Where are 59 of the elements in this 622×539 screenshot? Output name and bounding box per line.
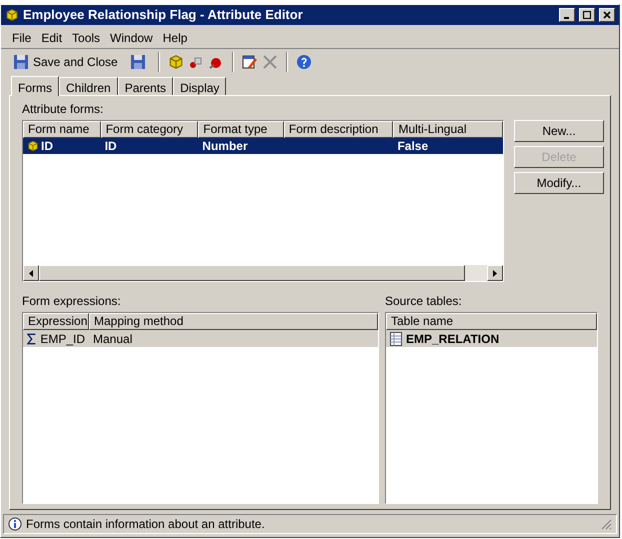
menu-item[interactable]: Window bbox=[107, 28, 156, 46]
table-cell-text: EMP_RELATION bbox=[406, 330, 500, 348]
section-label: Form expressions: bbox=[22, 293, 122, 310]
info-icon bbox=[8, 517, 22, 531]
resize-grip-icon[interactable] bbox=[600, 518, 612, 530]
tab[interactable]: Children bbox=[59, 77, 118, 95]
help-icon[interactable] bbox=[296, 54, 312, 70]
menu-item[interactable]: Edit bbox=[38, 28, 66, 46]
save-and-close-button[interactable]: Save and Close bbox=[9, 53, 122, 71]
table-cell-text: EMP_ID bbox=[40, 330, 85, 348]
column-header[interactable]: Format type bbox=[198, 121, 284, 138]
column-header[interactable]: Multi-Lingual bbox=[393, 121, 503, 138]
floppy-icon[interactable] bbox=[130, 54, 146, 70]
right-arrow-icon bbox=[493, 270, 497, 276]
list-box[interactable]: Expression Mapping method EMP_ID Manual bbox=[22, 312, 379, 504]
menu-item[interactable]: File bbox=[9, 28, 34, 46]
cube-icon bbox=[27, 140, 39, 152]
action-button[interactable]: New... bbox=[514, 120, 604, 142]
table-icon bbox=[390, 332, 402, 346]
scrollbar-thumb[interactable] bbox=[39, 265, 465, 281]
minimize-button[interactable] bbox=[559, 8, 575, 22]
section-label: Source tables: bbox=[385, 293, 463, 310]
status-text: Forms contain information about an attribute. bbox=[26, 516, 266, 533]
maximize-icon bbox=[583, 11, 591, 19]
sigma-icon bbox=[27, 332, 36, 344]
column-header[interactable]: Expression bbox=[23, 313, 89, 330]
action-button[interactable]: Modify... bbox=[514, 172, 604, 194]
tab[interactable]: Display bbox=[173, 77, 226, 95]
menu-item[interactable]: Tools bbox=[69, 28, 104, 46]
list-row[interactable]: ID ID Number False bbox=[23, 138, 503, 154]
column-header[interactable]: Form category bbox=[100, 121, 198, 138]
maximize-button[interactable] bbox=[579, 8, 595, 22]
tab[interactable]: Forms bbox=[11, 76, 59, 96]
list-box[interactable]: Table name EMP_RELATION bbox=[385, 312, 598, 504]
close-button[interactable] bbox=[599, 8, 615, 22]
cube-icon bbox=[168, 54, 184, 70]
menu-item[interactable]: Help bbox=[160, 28, 190, 46]
table-cell-text: Number bbox=[202, 138, 248, 155]
column-header[interactable]: Mapping method bbox=[89, 313, 378, 330]
table-cell-text: Manual bbox=[93, 330, 132, 348]
table-cell-text: False bbox=[397, 138, 428, 155]
close-icon bbox=[603, 11, 611, 19]
table-cell-text: ID bbox=[41, 138, 53, 155]
left-arrow-icon bbox=[29, 270, 33, 276]
list-row[interactable]: EMP_RELATION bbox=[386, 330, 597, 347]
section-label: Attribute forms: bbox=[22, 101, 104, 118]
cube-icon bbox=[5, 8, 19, 22]
scroll-left-button[interactable] bbox=[23, 265, 39, 281]
column-header[interactable]: Form name bbox=[23, 121, 101, 138]
attribute-forms-list[interactable]: Form name Form category Format type Form description Multi-Lingual ID ID Number False bbox=[22, 120, 504, 282]
window-title: Employee Relationship Flag - Attribute Editor bbox=[23, 6, 304, 24]
tab[interactable]: Parents bbox=[118, 77, 174, 95]
floppy-icon[interactable] bbox=[13, 54, 29, 70]
column-header[interactable]: Table name bbox=[386, 313, 597, 330]
edit-icon[interactable] bbox=[242, 54, 258, 70]
list-row[interactable]: EMP_ID Manual bbox=[23, 330, 378, 347]
scroll-right-button[interactable] bbox=[487, 265, 503, 281]
column-header[interactable]: Form description bbox=[284, 121, 394, 138]
table-cell-text: ID bbox=[104, 138, 117, 155]
